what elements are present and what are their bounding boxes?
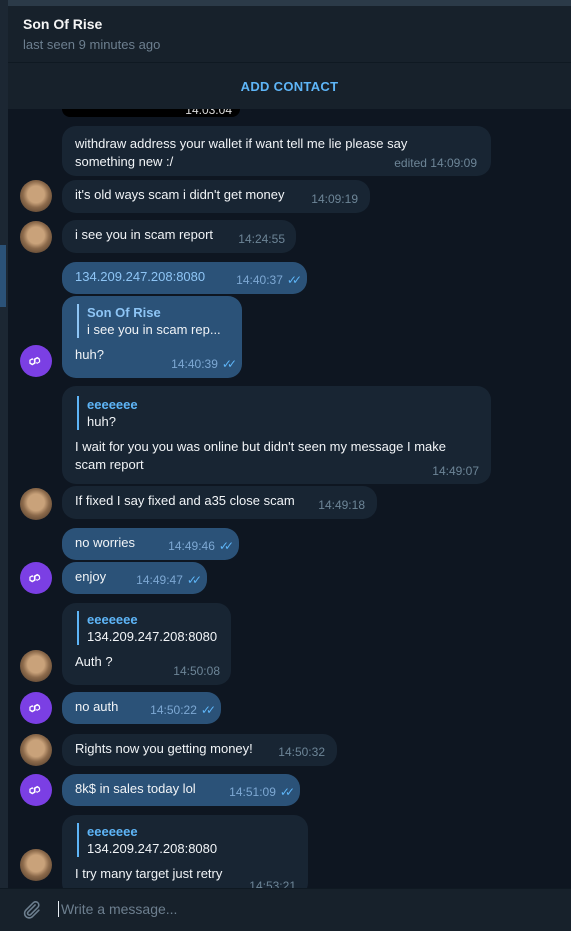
quote-text: i see you in scam rep... [87,322,221,337]
message-bubble[interactable]: enjoy 14:49:47 ✓✓ [62,562,207,594]
message-text: I wait for you you was online but didn't… [75,439,447,472]
media-message-fragment[interactable]: 14:03:04 [62,109,240,117]
quote-text: 134.209.247.208:8080 [87,629,218,644]
message-bubble[interactable]: it's old ways scam i didn't get money 14… [62,180,370,213]
message-text: it's old ways scam i didn't get money [75,187,285,202]
read-check-icon: ✓✓ [200,703,216,717]
message-bubble[interactable]: eeeeeee huh? I wait for you you was onli… [62,386,491,484]
message-text: no auth [75,699,119,714]
message-time: 14:50:08 [173,664,220,678]
message-time: 14:49:46 [168,539,215,553]
quote-author: Son Of Rise [87,305,161,320]
message-time: 14:50:22 [150,703,197,717]
chat-header[interactable]: Son Of Rise last seen 9 minutes ago [8,0,571,62]
message-time: 14:49:07 [432,464,479,478]
read-check-icon: ✓✓ [221,357,237,371]
reply-quote[interactable]: Son Of Rise i see you in scam rep... [77,304,229,338]
message-text: 8k$ in sales today lol [75,781,196,796]
quote-author: eeeeeee [87,397,138,412]
message-list[interactable]: 14:03:04 withdraw address your wallet if… [8,109,571,889]
message-text: no worries [75,535,135,550]
message-time: 14:49:47 [136,573,183,587]
active-chat-marker [0,245,6,307]
paperclip-icon[interactable] [20,899,42,921]
left-panel-strip [0,0,8,931]
contact-avatar[interactable] [20,734,52,766]
message-text: I try many target just retry [75,866,223,881]
reply-quote[interactable]: eeeeeee huh? [77,396,478,430]
quote-author: eeeeeee [87,824,138,839]
contact-avatar[interactable] [20,849,52,881]
contact-avatar[interactable] [20,650,52,682]
message-time: 14:40:37 [236,273,283,287]
polygon-logo-icon [29,703,41,713]
message-bubble[interactable]: eeeeeee 134.209.247.208:8080 Auth ? 14:5… [62,603,231,685]
message-bubble[interactable]: Son Of Rise i see you in scam rep... huh… [62,296,242,378]
message-bubble[interactable]: If fixed I say fixed and a35 close scam … [62,486,377,519]
message-bubble[interactable]: 134.209.247.208:8080 14:40:37 ✓✓ [62,262,307,294]
message-time: 14:09:19 [311,192,358,206]
message-link[interactable]: 134.209.247.208:8080 [75,269,205,284]
message-input[interactable]: Write a message... [58,901,177,917]
contact-avatar[interactable] [20,180,52,212]
contact-avatar[interactable] [20,488,52,520]
message-text: If fixed I say fixed and a35 close scam [75,493,295,508]
read-check-icon: ✓✓ [279,785,295,799]
polygon-logo-icon [29,356,41,366]
message-composer: Write a message... [0,888,571,931]
message-bubble[interactable]: no worries 14:49:46 ✓✓ [62,528,239,560]
last-seen-status: last seen 9 minutes ago [23,37,161,52]
message-bubble[interactable]: eeeeeee 134.209.247.208:8080 I try many … [62,815,308,889]
read-check-icon: ✓✓ [286,273,302,287]
message-time: 14:24:55 [238,232,285,246]
message-time: edited 14:09:09 [394,156,477,170]
message-time: 14:40:39 [171,357,218,371]
message-bubble[interactable]: i see you in scam report 14:24:55 [62,220,296,253]
message-time: 14:49:18 [318,498,365,512]
polygon-logo-icon [29,785,41,795]
message-bubble[interactable]: withdraw address your wallet if want tel… [62,126,491,176]
my-avatar[interactable] [20,562,52,594]
contact-avatar[interactable] [20,221,52,253]
message-text: enjoy [75,569,107,584]
quote-text: 134.209.247.208:8080 [87,841,218,856]
reply-quote[interactable]: eeeeeee 134.209.247.208:8080 [77,611,218,645]
read-check-icon: ✓✓ [218,539,234,553]
message-time: 14:50:32 [278,745,325,759]
quote-author: eeeeeee [87,612,138,627]
reply-quote[interactable]: eeeeeee 134.209.247.208:8080 [77,823,295,857]
read-check-icon: ✓✓ [186,573,202,587]
message-text: Rights now you getting money! [75,741,253,756]
add-contact-button[interactable]: ADD CONTACT [8,62,571,110]
my-avatar[interactable] [20,345,52,377]
message-text: i see you in scam report [75,227,214,242]
message-bubble[interactable]: 8k$ in sales today lol 14:51:09 ✓✓ [62,774,300,806]
message-time: 14:03:04 [185,109,232,117]
message-text: huh? [75,347,104,362]
my-avatar[interactable] [20,692,52,724]
message-time: 14:51:09 [229,785,276,799]
message-bubble[interactable]: no auth 14:50:22 ✓✓ [62,692,221,724]
my-avatar[interactable] [20,774,52,806]
quote-text: huh? [87,414,116,429]
message-text: Auth ? [75,654,113,669]
polygon-logo-icon [29,573,41,583]
chat-title[interactable]: Son Of Rise [23,16,102,32]
message-bubble[interactable]: Rights now you getting money! 14:50:32 [62,734,337,766]
